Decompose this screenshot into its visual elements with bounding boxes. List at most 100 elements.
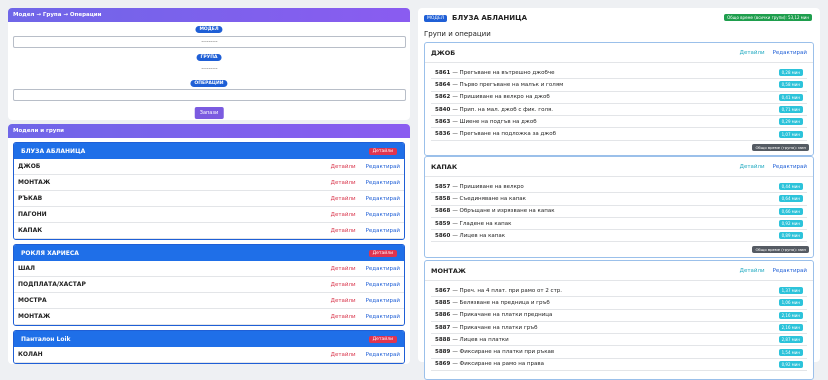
- group-row: МОНТАЖ Детайли Редактирай: [14, 175, 404, 191]
- group-details-link[interactable]: Детайли: [331, 196, 356, 202]
- operation-list: 5861— Прегъване на вътрешно джобче 0,28 м…: [431, 67, 807, 141]
- operation-row: 5863— Шиене на подгъв на джоб 0,29 мин: [431, 116, 807, 129]
- operation-row: 5862— Пришиване на велкро на джоб 0,41 ми…: [431, 92, 807, 104]
- operation-row: 5840— Прип. на мал. джоб с фик. голя. 0,7…: [431, 104, 807, 117]
- operation-row: 5858— Съединяване на капак 0,64 мин: [431, 193, 807, 206]
- group-details-link[interactable]: Детайли: [740, 268, 765, 274]
- model-header: РОКЛЯ ХАРИЕСА Детайли: [14, 245, 404, 261]
- group-edit-link[interactable]: Редактирай: [366, 314, 400, 320]
- save-button[interactable]: Запази: [194, 107, 224, 119]
- group-details-link[interactable]: Детайли: [331, 228, 356, 234]
- group-name: ШАЛ: [18, 265, 36, 272]
- groups-operations-title: Групи и операции: [424, 30, 491, 38]
- group-edit-link[interactable]: Редактирай: [366, 164, 400, 170]
- operation-name: — Първо прегъване на малък и голям: [452, 81, 564, 88]
- group-edit-link[interactable]: Редактирай: [366, 180, 400, 186]
- operation-code: 5887: [435, 324, 451, 331]
- model-group: БЛУЗА АБЛАНИЦА Детайли ДЖОБ Детайли Редактир…: [13, 142, 405, 240]
- models-header: Модели и групи: [8, 124, 410, 138]
- operation-name: — Фиксиране на платки при ръкав: [452, 349, 555, 356]
- group-row: ШАЛ Детайли Редактирай: [14, 261, 404, 277]
- model-details-button[interactable]: Детайли: [368, 249, 397, 257]
- group-select[interactable]: ---------: [13, 64, 406, 76]
- operation-time-badge: 0,64 мин: [778, 195, 803, 203]
- operation-group-header: ДЖОБ Детайли Редактирай: [425, 43, 813, 63]
- model-details-button[interactable]: Детайли: [368, 147, 397, 155]
- group-details-link[interactable]: Детайли: [331, 314, 356, 320]
- operation-group-name: МОНТАЖ: [431, 266, 466, 275]
- model-details-button[interactable]: Детайли: [368, 335, 397, 343]
- operation-row: 5860— Лицев на капак 0,89 мин: [431, 230, 807, 243]
- group-edit-link[interactable]: Редактирай: [366, 212, 400, 218]
- operation-row: 5888— Лицев на платки 2,87 мин: [431, 334, 807, 347]
- group-name: МОНТАЖ: [18, 179, 51, 186]
- operation-code: 5858: [435, 195, 451, 202]
- operation-group-name: КАПАК: [431, 162, 458, 171]
- operation-group-header: КАПАК Детайли Редактирай: [425, 157, 813, 177]
- operation-row: 5861— Прегъване на вътрешно джобче 0,28 м…: [431, 67, 807, 80]
- operation-time-badge: 0,41 мин: [778, 93, 803, 101]
- group-details-link[interactable]: Детайли: [331, 164, 356, 170]
- group-edit-link[interactable]: Редактирай: [773, 164, 807, 170]
- operation-time-badge: 2,16 мин: [778, 324, 803, 332]
- operation-code: 5868: [435, 208, 451, 215]
- operation-list: 5867— Преч. на 4 плат. при рамо от 2 стр…: [431, 285, 807, 372]
- model-label: МОДЕЛ: [195, 26, 223, 33]
- operation-name: — Прип. на мал. джоб с фик. голя.: [452, 106, 554, 113]
- operation-code: 5885: [435, 299, 451, 306]
- group-name: ДЖОБ: [18, 163, 41, 170]
- group-edit-link[interactable]: Редактирай: [366, 266, 400, 272]
- operation-group-name: ДЖОБ: [431, 48, 456, 57]
- group-details-link[interactable]: Детайли: [331, 180, 356, 186]
- operation-time-badge: 0,66 мин: [778, 207, 803, 215]
- operation-row: 5869— Фиксиране на рамо на права 0,92 мин: [431, 359, 807, 372]
- group-details-link[interactable]: Детайли: [740, 50, 765, 56]
- group-details-link[interactable]: Детайли: [331, 352, 356, 358]
- group-row: МОНТАЖ Детайли Редактирай: [14, 309, 404, 325]
- group-details-link[interactable]: Детайли: [331, 282, 356, 288]
- models-and-groups-card: Модели и групи БЛУЗА АБЛАНИЦА Детайли ДЖОБ…: [8, 124, 410, 364]
- operation-group-card: ДЖОБ Детайли Редактирай 5861— Прегъване на …: [424, 42, 814, 156]
- operation-time-badge: 0,44 мин: [778, 183, 803, 191]
- operation-name: — Лицев на платки: [452, 336, 509, 343]
- group-row: РЪКАВ Детайли Редактирай: [14, 191, 404, 207]
- group-edit-link[interactable]: Редактирай: [366, 352, 400, 358]
- model-select[interactable]: ---------: [13, 36, 406, 48]
- operation-code: 5888: [435, 336, 451, 343]
- group-row: КАПАК Детайли Редактирай: [14, 223, 404, 239]
- group-name: МОСТРА: [18, 297, 47, 304]
- group-row: ДЖОБ Детайли Редактирай: [14, 159, 404, 175]
- operation-name: — Съединяване на капак: [452, 195, 526, 202]
- group-name: КАПАК: [18, 227, 43, 234]
- model-title: БЛУЗА АБЛАНИЦА: [452, 14, 527, 22]
- group-edit-link[interactable]: Редактирай: [366, 228, 400, 234]
- operation-row: 5887— Прикачане на платки гръб 2,16 мин: [431, 322, 807, 335]
- model-header: БЛУЗА АБЛАНИЦА Детайли: [14, 143, 404, 159]
- group-edit-link[interactable]: Редактирай: [366, 298, 400, 304]
- group-details-link[interactable]: Детайли: [740, 164, 765, 170]
- group-details-link[interactable]: Детайли: [331, 266, 356, 272]
- operation-name: — Пришиване на велкро на джоб: [452, 94, 550, 101]
- operation-row: 5864— Първо прегъване на малък и голям 0,…: [431, 79, 807, 92]
- operation-time-badge: 0,89 мин: [778, 232, 803, 240]
- operation-code: 5836: [435, 131, 451, 138]
- group-row: КОЛАН Детайли Редактирай: [14, 347, 404, 363]
- operation-code: 5862: [435, 94, 451, 101]
- operation-name: — Белязване на предница и гръб: [452, 299, 550, 306]
- left-column: Модел → Група → Операции МОДЕЛ ---------…: [8, 8, 410, 364]
- operation-name: — Прегъване на вътрешно джобче: [452, 69, 555, 76]
- group-row: ПОДПЛАТА/ХАСТАР Детайли Редактирай: [14, 277, 404, 293]
- group-name: ПОДПЛАТА/ХАСТАР: [18, 281, 86, 288]
- group-details-link[interactable]: Детайли: [331, 212, 356, 218]
- operation-code: 5863: [435, 118, 451, 125]
- group-edit-link[interactable]: Редактирай: [366, 196, 400, 202]
- group-details-link[interactable]: Детайли: [331, 298, 356, 304]
- operation-name: — Шиене на подгъв на джоб: [452, 118, 537, 125]
- group-edit-link[interactable]: Редактирай: [773, 50, 807, 56]
- group-name: МОНТАЖ: [18, 313, 51, 320]
- group-edit-link[interactable]: Редактирай: [366, 282, 400, 288]
- operation-code: 5860: [435, 232, 451, 239]
- operations-select[interactable]: [13, 89, 406, 101]
- group-edit-link[interactable]: Редактирай: [773, 268, 807, 274]
- operation-row: 5867— Преч. на 4 плат. при рамо от 2 стр…: [431, 285, 807, 298]
